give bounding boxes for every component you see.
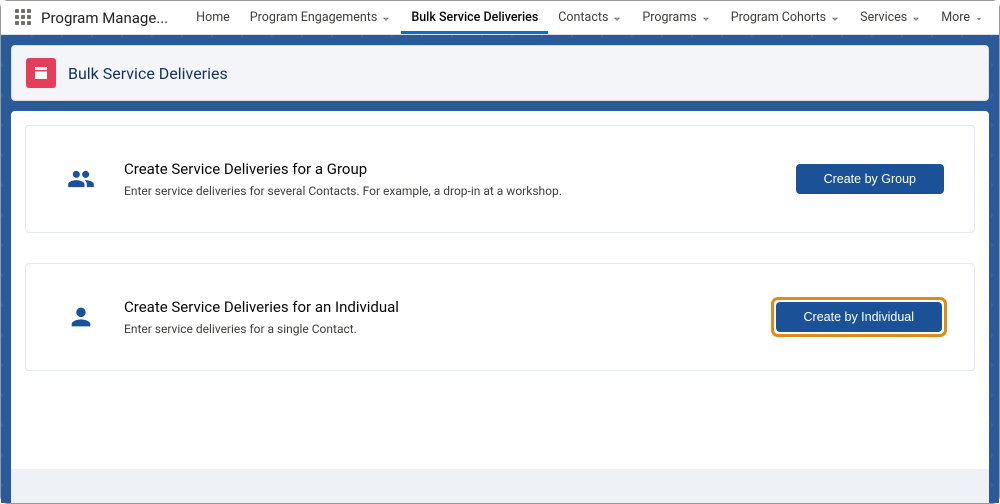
option-title: Create Service Deliveries for a Group bbox=[124, 160, 796, 178]
nav-item-bulk-service-deliveries[interactable]: Bulk Service Deliveries bbox=[401, 1, 548, 34]
nav-item-contacts[interactable]: Contacts bbox=[548, 1, 632, 34]
page-band: Bulk Service Deliveries Create Service D… bbox=[1, 35, 999, 503]
top-nav: Program Manage... Home Program Engagement… bbox=[1, 1, 999, 35]
chevron-down-icon bbox=[701, 13, 711, 23]
caret-down-icon bbox=[974, 13, 984, 23]
group-icon bbox=[56, 165, 106, 193]
nav-item-more[interactable]: More bbox=[931, 1, 994, 34]
create-by-group-button[interactable]: Create by Group bbox=[796, 164, 944, 194]
option-button-wrap: Create by Group bbox=[796, 164, 944, 194]
nav-item-label: Program Engagements bbox=[250, 10, 378, 25]
highlight-ring: Create by Individual bbox=[774, 300, 944, 334]
chevron-down-icon bbox=[911, 13, 921, 23]
chevron-down-icon bbox=[381, 13, 391, 23]
option-text: Create Service Deliveries for an Individ… bbox=[124, 298, 774, 336]
app-launcher-icon[interactable] bbox=[15, 9, 31, 27]
page-header: Bulk Service Deliveries bbox=[11, 45, 989, 101]
option-desc: Enter service deliveries for several Con… bbox=[124, 184, 796, 198]
option-desc: Enter service deliveries for a single Co… bbox=[124, 322, 774, 336]
nav-item-program-cohorts[interactable]: Program Cohorts bbox=[721, 1, 850, 34]
nav-item-label: Program Cohorts bbox=[731, 10, 826, 25]
nav-item-label: Contacts bbox=[558, 10, 608, 25]
option-text: Create Service Deliveries for a Group Ent… bbox=[124, 160, 796, 198]
main-area: Create Service Deliveries for a Group Ent… bbox=[11, 111, 989, 503]
nav-item-label: More bbox=[941, 10, 970, 25]
nav-item-label: Bulk Service Deliveries bbox=[411, 10, 538, 25]
chevron-down-icon bbox=[830, 13, 840, 23]
person-icon bbox=[56, 303, 106, 331]
nav-item-program-engagements[interactable]: Program Engagements bbox=[240, 1, 402, 34]
bulk-deliveries-icon bbox=[26, 58, 56, 88]
app-name: Program Manage... bbox=[41, 9, 168, 27]
create-by-individual-button[interactable]: Create by Individual bbox=[776, 302, 942, 332]
option-button-wrap: Create by Individual bbox=[774, 300, 944, 334]
nav-item-label: Programs bbox=[642, 10, 696, 25]
option-card-group: Create Service Deliveries for a Group Ent… bbox=[25, 125, 975, 233]
nav-item-label: Home bbox=[196, 10, 230, 25]
option-card-individual: Create Service Deliveries for an Individ… bbox=[25, 263, 975, 371]
option-title: Create Service Deliveries for an Individ… bbox=[124, 298, 774, 316]
nav-tabs: Home Program Engagements Bulk Service Deli… bbox=[186, 1, 994, 34]
chevron-down-icon bbox=[612, 13, 622, 23]
nav-item-programs[interactable]: Programs bbox=[632, 1, 720, 34]
nav-item-home[interactable]: Home bbox=[186, 1, 240, 34]
page-title: Bulk Service Deliveries bbox=[68, 64, 228, 83]
edit-nav-icon[interactable] bbox=[994, 9, 1000, 27]
nav-item-services[interactable]: Services bbox=[850, 1, 931, 34]
nav-item-label: Services bbox=[860, 10, 907, 25]
footer-strip bbox=[11, 469, 989, 503]
